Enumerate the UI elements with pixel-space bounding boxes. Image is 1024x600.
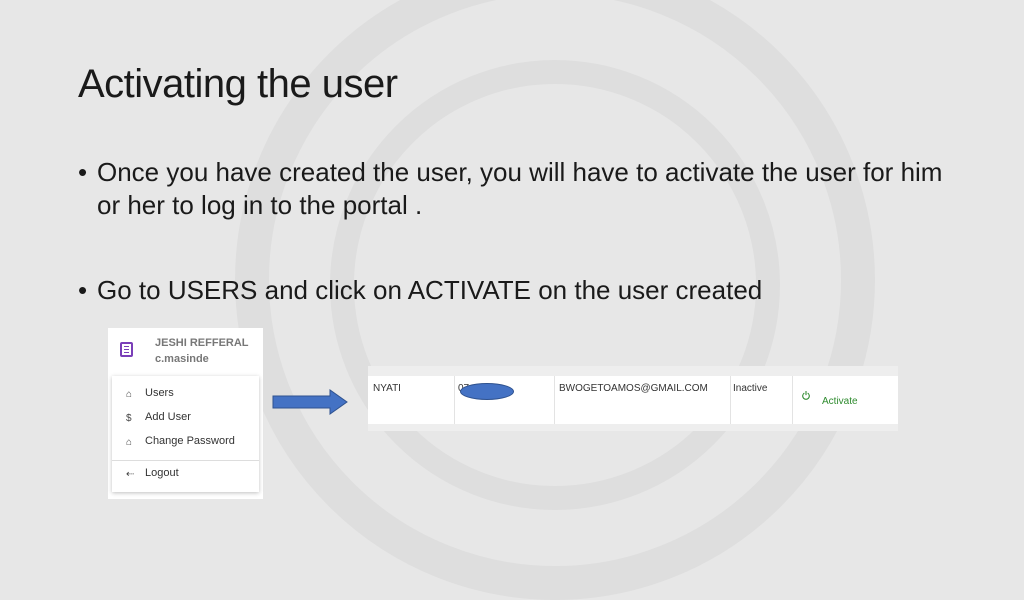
- right-arrow-icon: [272, 389, 348, 415]
- users-table-row-screenshot: NYATI 07 BWOGETOAMOS@GMAIL.COM Inactive …: [368, 366, 898, 431]
- menu-item-label: Logout: [145, 467, 179, 479]
- menu-item-change-password[interactable]: ⌂ Change Password: [112, 432, 259, 454]
- menu-item-label: Users: [145, 387, 174, 399]
- table-header-strip: [368, 366, 898, 376]
- dropdown-menu: ⌂ Users $ Add User ⌂ Change Password ⇠ L…: [112, 376, 259, 492]
- user-menu-screenshot: JESHI REFFERAL c.masinde ⌂ Users $ Add U…: [108, 328, 263, 499]
- menu-divider: [112, 460, 259, 461]
- cell-email: BWOGETOAMOS@GMAIL.COM: [559, 383, 708, 394]
- activate-button[interactable]: Activate: [822, 396, 858, 407]
- bullet-text: Go to USERS and click on ACTIVATE on the…: [97, 275, 763, 305]
- cell-name: NYATI: [373, 383, 401, 394]
- menu-header-username: c.masinde: [155, 353, 209, 365]
- home-icon: ⌂: [126, 389, 133, 400]
- bullet-dot: •: [78, 157, 88, 187]
- bullet-text: Once you have created the user, you will…: [97, 157, 943, 220]
- bullet-item: • Once you have created the user, you wi…: [78, 156, 948, 222]
- dollar-icon: $: [126, 413, 132, 424]
- menu-item-label: Add User: [145, 411, 191, 423]
- logout-icon: ⇠: [126, 469, 135, 480]
- table-row-strip: [368, 424, 898, 431]
- home-icon: ⌂: [126, 437, 133, 448]
- menu-item-logout[interactable]: ⇠ Logout: [112, 464, 259, 486]
- menu-item-label: Change Password: [145, 435, 235, 447]
- redaction-oval: [460, 383, 514, 400]
- slide-title: Activating the user: [78, 62, 398, 106]
- bullet-item: • Go to USERS and click on ACTIVATE on t…: [78, 274, 948, 307]
- menu-header-name: JESHI REFFERAL: [155, 337, 249, 349]
- menu-item-users[interactable]: ⌂ Users: [112, 384, 259, 406]
- cell-status: Inactive: [733, 383, 768, 394]
- column-divider: [792, 376, 793, 424]
- column-divider: [554, 376, 555, 424]
- bullet-dot: •: [78, 275, 88, 305]
- column-divider: [454, 376, 455, 424]
- menu-header[interactable]: JESHI REFFERAL c.masinde: [108, 328, 263, 376]
- column-divider: [730, 376, 731, 424]
- menu-item-add-user[interactable]: $ Add User: [112, 408, 259, 430]
- power-icon[interactable]: [801, 391, 811, 401]
- building-icon: [120, 342, 133, 357]
